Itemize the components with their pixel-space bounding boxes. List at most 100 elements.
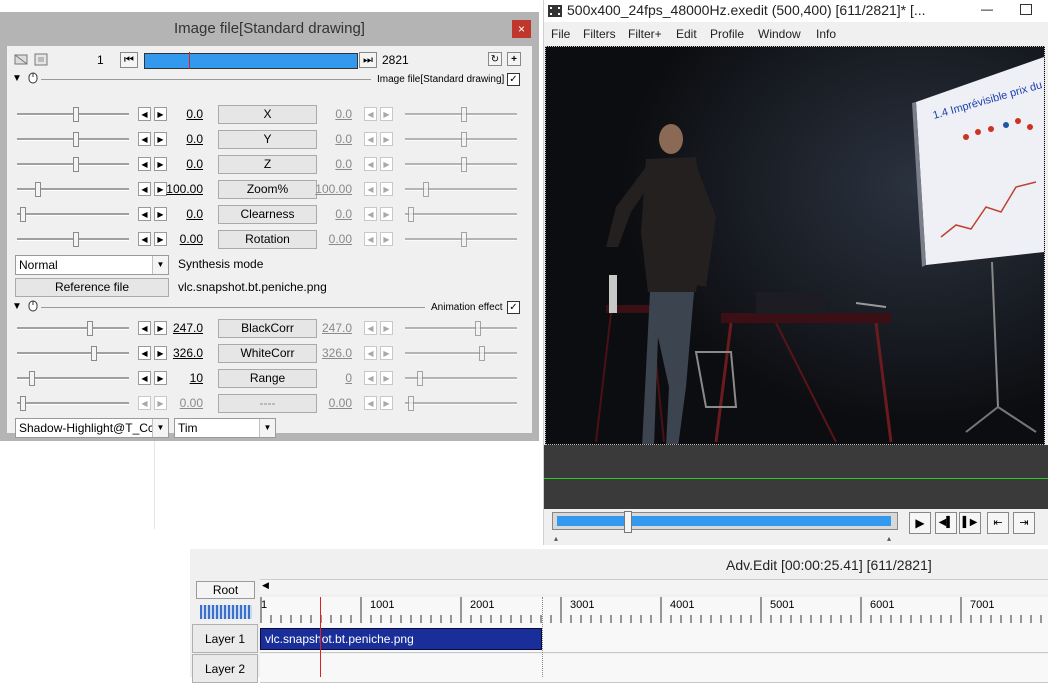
decrement-arrow-icon[interactable]: ◀ xyxy=(364,371,377,385)
decrement-arrow-icon[interactable]: ◀ xyxy=(364,321,377,335)
decrement-arrow-icon[interactable]: ◀ xyxy=(364,232,377,246)
section2-checkbox[interactable]: ✓ xyxy=(507,301,520,314)
param-slider-left[interactable] xyxy=(17,107,129,122)
param-value-right[interactable]: 0.00 xyxy=(310,232,352,246)
decrement-arrow-icon[interactable]: ◀ xyxy=(364,107,377,121)
layer-2-label[interactable]: Layer 2 xyxy=(192,654,258,683)
decrement-arrow-icon[interactable]: ◀ xyxy=(138,321,151,335)
param-value-right[interactable]: 0.00 xyxy=(310,396,352,410)
decrement-arrow-icon[interactable]: ◀ xyxy=(138,346,151,360)
increment-arrow-icon[interactable]: ▶ xyxy=(380,396,393,410)
param-value-right[interactable]: 247.0 xyxy=(310,321,352,335)
param-slider-left[interactable] xyxy=(17,207,129,222)
param-name-button[interactable]: Y xyxy=(218,130,317,149)
playhead-cursor[interactable] xyxy=(320,597,321,677)
image-icon[interactable] xyxy=(34,53,48,66)
param-value-right[interactable]: 100.00 xyxy=(310,182,352,196)
menu-edit[interactable]: Edit xyxy=(676,27,697,41)
param-name-button[interactable]: Range xyxy=(218,369,317,388)
decrement-arrow-icon[interactable]: ◀ xyxy=(138,207,151,221)
increment-arrow-icon[interactable]: ▶ xyxy=(380,346,393,360)
increment-arrow-icon[interactable]: ▶ xyxy=(380,107,393,121)
effect-select[interactable]: Shadow-Highlight@T_Cc ▼ xyxy=(15,418,169,438)
increment-arrow-icon[interactable]: ▶ xyxy=(380,232,393,246)
param-name-button[interactable]: Clearness xyxy=(218,205,317,224)
param-slider-right[interactable] xyxy=(405,232,517,247)
decrement-arrow-icon[interactable]: ◀ xyxy=(364,396,377,410)
increment-arrow-icon[interactable]: ▶ xyxy=(380,157,393,171)
param-slider-right[interactable] xyxy=(405,182,517,197)
prev-frame-button[interactable]: ◀▌ xyxy=(935,512,957,534)
param-slider-left[interactable] xyxy=(17,371,129,386)
param-slider-right[interactable] xyxy=(405,396,517,411)
layer-1-row[interactable]: vlc.snapshot.bt.peniche.png xyxy=(260,624,1048,653)
decrement-arrow-icon[interactable]: ◀ xyxy=(138,157,151,171)
scroll-left-icon[interactable]: ◀ xyxy=(262,580,269,591)
menu-filter-plus[interactable]: Filter+ xyxy=(628,27,662,41)
decrement-arrow-icon[interactable]: ◀ xyxy=(364,207,377,221)
timeline-clip[interactable]: vlc.snapshot.bt.peniche.png xyxy=(260,628,542,650)
decrement-arrow-icon[interactable]: ◀ xyxy=(138,132,151,146)
param-name-button[interactable]: BlackCorr xyxy=(218,319,317,338)
go-start-button[interactable]: ⇤ xyxy=(987,512,1009,534)
param-name-button[interactable]: WhiteCorr xyxy=(218,344,317,363)
section1-checkbox[interactable]: ✓ xyxy=(507,73,520,86)
decrement-arrow-icon[interactable]: ◀ xyxy=(364,157,377,171)
increment-arrow-icon[interactable]: ▶ xyxy=(380,207,393,221)
reference-file-button[interactable]: Reference file xyxy=(15,278,169,297)
maximize-button[interactable] xyxy=(1020,4,1032,15)
minimize-button[interactable]: — xyxy=(981,2,993,16)
decrement-arrow-icon[interactable]: ◀ xyxy=(364,346,377,360)
timeline-ruler[interactable]: 1 1001 2001 3001 4001 5001 6001 7001 xyxy=(260,597,1048,625)
param-name-button[interactable]: ---- xyxy=(218,394,317,413)
param-slider-right[interactable] xyxy=(405,157,517,172)
layer-1-label[interactable]: Layer 1 xyxy=(192,624,258,653)
param-name-button[interactable]: X xyxy=(218,105,317,124)
param-value-right[interactable]: 0.0 xyxy=(310,157,352,171)
param-value-left[interactable]: 10 xyxy=(161,371,203,385)
param-value-left[interactable]: 100.00 xyxy=(161,182,203,196)
param-name-button[interactable]: Rotation xyxy=(218,230,317,249)
param-slider-right[interactable] xyxy=(405,321,517,336)
param-slider-right[interactable] xyxy=(405,207,517,222)
param-value-left[interactable]: 247.0 xyxy=(161,321,203,335)
decrement-arrow-icon[interactable]: ◀ xyxy=(364,182,377,196)
menu-info[interactable]: Info xyxy=(816,27,836,41)
param-value-right[interactable]: 326.0 xyxy=(310,346,352,360)
collapse-icon[interactable]: ▼ xyxy=(12,73,22,84)
blend-mode-select[interactable]: Normal ▼ xyxy=(15,255,169,275)
layer-2-row[interactable] xyxy=(260,654,1048,683)
increment-arrow-icon[interactable]: ▶ xyxy=(380,132,393,146)
param-value-right[interactable]: 0.0 xyxy=(310,107,352,121)
param-slider-left[interactable] xyxy=(17,396,129,411)
param-value-left[interactable]: 0.0 xyxy=(161,107,203,121)
param-value-left[interactable]: 0.00 xyxy=(161,396,203,410)
camera-icon[interactable] xyxy=(14,53,28,66)
param-value-right[interactable]: 0 xyxy=(310,371,352,385)
param-slider-right[interactable] xyxy=(405,346,517,361)
video-preview[interactable]: 1.4 Imprévisible prix du pétrole xyxy=(545,46,1045,445)
horizontal-scrollbar[interactable]: ◀ xyxy=(260,579,1048,594)
param-slider-left[interactable] xyxy=(17,182,129,197)
decrement-arrow-icon[interactable]: ◀ xyxy=(138,396,151,410)
next-frame-button[interactable]: ▌▶ xyxy=(959,512,981,534)
collapse-icon[interactable]: ▼ xyxy=(12,301,22,312)
param-value-right[interactable]: 0.0 xyxy=(310,132,352,146)
menu-profile[interactable]: Profile xyxy=(710,27,744,41)
sync-icon[interactable]: ↻ xyxy=(488,52,502,66)
decrement-arrow-icon[interactable]: ◀ xyxy=(364,132,377,146)
increment-arrow-icon[interactable]: ▶ xyxy=(380,321,393,335)
menu-filters[interactable]: Filters xyxy=(583,27,616,41)
increment-arrow-icon[interactable]: ▶ xyxy=(380,182,393,196)
param-slider-right[interactable] xyxy=(405,107,517,122)
param-value-left[interactable]: 0.0 xyxy=(161,132,203,146)
decrement-arrow-icon[interactable]: ◀ xyxy=(138,371,151,385)
fast-forward-button[interactable]: ⏭ xyxy=(359,52,377,68)
param-value-left[interactable]: 0.0 xyxy=(161,157,203,171)
close-button[interactable]: × xyxy=(512,20,531,38)
zoom-slider[interactable] xyxy=(200,605,252,619)
param-slider-left[interactable] xyxy=(17,157,129,172)
param-value-left[interactable]: 0.0 xyxy=(161,207,203,221)
add-filter-button[interactable]: + xyxy=(507,52,521,66)
range-bar[interactable] xyxy=(144,52,358,69)
